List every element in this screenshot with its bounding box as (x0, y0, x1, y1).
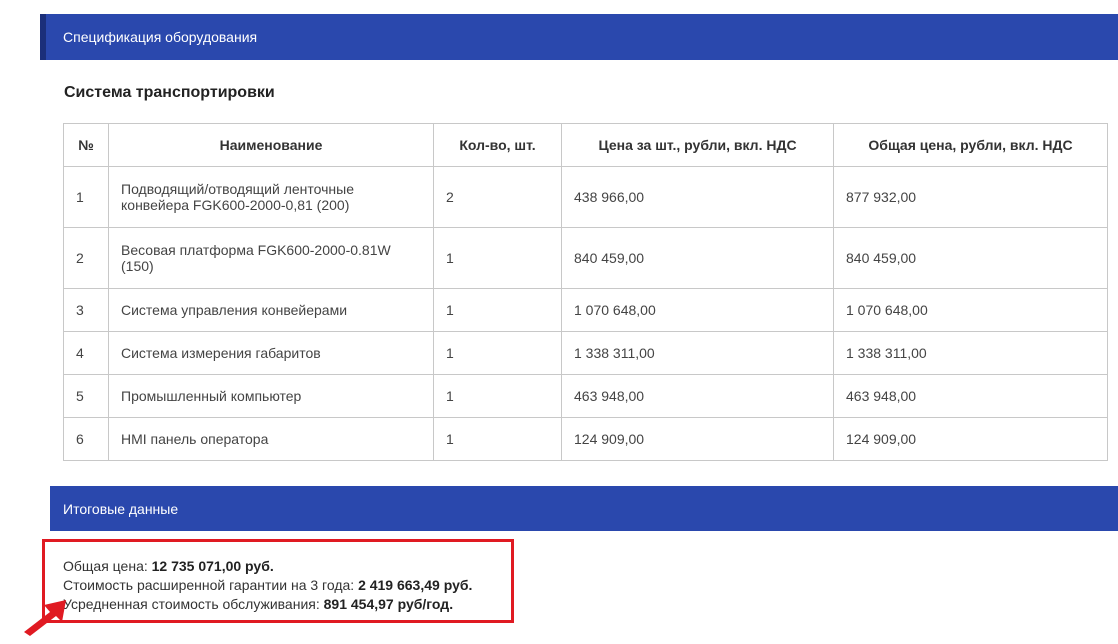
cell-number: 6 (63, 417, 109, 461)
cell-unit-price: 463 948,00 (561, 374, 834, 418)
cell-total-price: 877 932,00 (833, 166, 1108, 228)
cell-number: 3 (63, 288, 109, 332)
summary-value: 891 454,97 руб/год. (323, 596, 454, 612)
cell-unit-price: 840 459,00 (561, 227, 834, 289)
cell-total-price: 124 909,00 (833, 417, 1108, 461)
table-row: 4 Система измерения габаритов 1 1 338 31… (63, 331, 1108, 375)
cell-name: Промышленный компьютер (108, 374, 434, 418)
cell-qty: 1 (433, 288, 562, 332)
section-title: Система транспортировки (64, 84, 275, 101)
cell-name: HMI панель оператора (108, 417, 434, 461)
summary-value: 2 419 663,49 руб. (358, 577, 473, 593)
cell-total-price: 840 459,00 (833, 227, 1108, 289)
cell-number: 5 (63, 374, 109, 418)
cell-name: Система управления конвейерами (108, 288, 434, 332)
cell-unit-price: 438 966,00 (561, 166, 834, 228)
cell-total-price: 463 948,00 (833, 374, 1108, 418)
red-arrow-icon (24, 600, 66, 636)
summary-value: 12 735 071,00 руб. (151, 558, 274, 574)
cell-total-price: 1 338 311,00 (833, 331, 1108, 375)
cell-name: Весовая платформа FGK600-2000-0.81W (150… (108, 227, 434, 289)
table-row: 5 Промышленный компьютер 1 463 948,00 46… (63, 374, 1108, 418)
table-row: 6 HMI панель оператора 1 124 909,00 124 … (63, 417, 1108, 461)
summary-header-title: Итоговые данные (63, 501, 179, 517)
cell-total-price: 1 070 648,00 (833, 288, 1108, 332)
table-row: 3 Система управления конвейерами 1 1 070… (63, 288, 1108, 332)
cell-qty: 2 (433, 166, 562, 228)
summary-header-bar: Итоговые данные (50, 486, 1118, 531)
cell-number: 4 (63, 331, 109, 375)
cell-qty: 1 (433, 374, 562, 418)
column-header-qty: Кол-во, шт. (433, 123, 562, 167)
column-header-total-price: Общая цена, рубли, вкл. НДС (833, 123, 1108, 167)
cell-unit-price: 124 909,00 (561, 417, 834, 461)
spec-header-title: Спецификация оборудования (63, 29, 258, 45)
cell-number: 2 (63, 227, 109, 289)
summary-lines: Общая цена: 12 735 071,00 руб. Стоимость… (63, 557, 472, 614)
cell-number: 1 (63, 166, 109, 228)
column-header-unit-price: Цена за шт., рубли, вкл. НДС (561, 123, 834, 167)
cell-qty: 1 (433, 417, 562, 461)
summary-line-service: Усредненная стоимость обслуживания: 891 … (63, 595, 472, 614)
summary-line-total: Общая цена: 12 735 071,00 руб. (63, 557, 472, 576)
column-header-number: № (63, 123, 109, 167)
column-header-name: Наименование (108, 123, 434, 167)
spec-table: № Наименование Кол-во, шт. Цена за шт., … (63, 123, 1108, 461)
cell-unit-price: 1 070 648,00 (561, 288, 834, 332)
cell-qty: 1 (433, 227, 562, 289)
spec-header-bar: Спецификация оборудования (40, 14, 1118, 60)
table-row: 2 Весовая платформа FGK600-2000-0.81W (1… (63, 227, 1108, 289)
summary-label: Общая цена: (63, 558, 152, 574)
summary-label: Стоимость расширенной гарантии на 3 года… (63, 577, 359, 593)
table-header-row: № Наименование Кол-во, шт. Цена за шт., … (63, 123, 1108, 167)
cell-name: Подводящий/отводящий ленточные конвейера… (108, 166, 434, 228)
cell-unit-price: 1 338 311,00 (561, 331, 834, 375)
summary-label: Усредненная стоимость обслуживания: (63, 596, 324, 612)
cell-qty: 1 (433, 331, 562, 375)
cell-name: Система измерения габаритов (108, 331, 434, 375)
summary-line-warranty: Стоимость расширенной гарантии на 3 года… (63, 576, 472, 595)
table-row: 1 Подводящий/отводящий ленточные конвейе… (63, 166, 1108, 228)
